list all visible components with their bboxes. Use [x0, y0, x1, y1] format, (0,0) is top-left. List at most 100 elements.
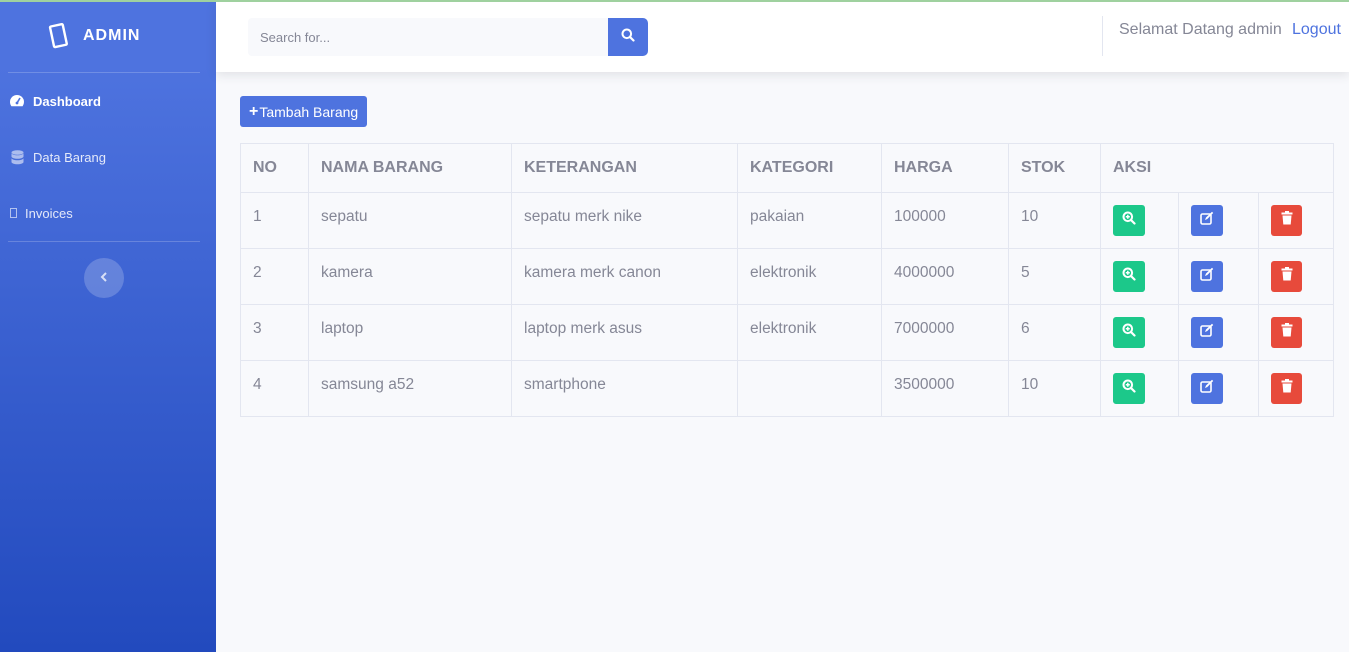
- cell-nama-barang: laptop: [308, 304, 512, 361]
- welcome-text: Selamat Datang admin: [1119, 21, 1282, 38]
- edit-icon: [1200, 211, 1214, 230]
- zoom-in-icon: [1122, 379, 1136, 398]
- cell-action-delete: [1258, 248, 1334, 305]
- tablet-icon: [48, 22, 70, 50]
- detail-button[interactable]: [1113, 261, 1145, 292]
- cell-nama-barang: sepatu: [308, 192, 512, 249]
- top-accent-line: [0, 0, 1349, 2]
- cell-no: 4: [240, 360, 309, 417]
- sidebar: ADMIN Dashboard Data Barang Invoices: [0, 0, 216, 652]
- logout-link[interactable]: Logout: [1292, 21, 1341, 39]
- sidebar-item-label: Data Barang: [33, 149, 106, 165]
- add-item-button[interactable]: + Tambah Barang: [240, 96, 368, 127]
- cell-kategori: pakaian: [737, 192, 882, 249]
- column-header: NAMA BARANG: [308, 143, 512, 193]
- topbar: Selamat Datang admin Logout: [216, 2, 1349, 72]
- edit-button[interactable]: [1191, 317, 1223, 348]
- cell-stok: 10: [1008, 192, 1101, 249]
- cell-kategori: elektronik: [737, 304, 882, 361]
- sidebar-item-label: Invoices: [25, 205, 73, 221]
- search-input[interactable]: [248, 18, 608, 56]
- cell-nama-barang: kamera: [308, 248, 512, 305]
- items-table: NO NAMA BARANG KETERANGAN KATEGORI HARGA…: [240, 143, 1334, 417]
- detail-button[interactable]: [1113, 205, 1145, 236]
- cell-keterangan: sepatu merk nike: [511, 192, 738, 249]
- table-row: 3 laptop laptop merk asus elektronik 7000000…: [240, 304, 1334, 361]
- brand-title: ADMIN: [83, 27, 141, 44]
- zoom-in-icon: [1122, 211, 1136, 230]
- cell-action-delete: [1258, 304, 1334, 361]
- table-row: 2 kamera kamera merk canon elektronik 400000…: [240, 248, 1334, 305]
- add-item-label: Tambah Barang: [259, 103, 359, 120]
- sidebar-item-invoices[interactable]: Invoices: [0, 185, 216, 241]
- table-row: 1 sepatu sepatu merk nike pakaian 100000 10: [240, 192, 1334, 249]
- cell-harga: 4000000: [881, 248, 1009, 305]
- table-row: 4 samsung a52 smartphone 3500000 10: [240, 360, 1334, 417]
- column-header: NO: [240, 143, 309, 193]
- cell-action-detail: [1100, 248, 1179, 305]
- search-icon: [621, 28, 635, 47]
- edit-button[interactable]: [1191, 205, 1223, 236]
- edit-button[interactable]: [1191, 261, 1223, 292]
- delete-button[interactable]: [1271, 205, 1302, 236]
- cell-keterangan: kamera merk canon: [511, 248, 738, 305]
- cell-stok: 10: [1008, 360, 1101, 417]
- search-bar: [248, 18, 648, 56]
- cell-action-detail: [1100, 360, 1179, 417]
- cell-harga: 3500000: [881, 360, 1009, 417]
- cell-action-edit: [1178, 360, 1259, 417]
- sidebar-item-dashboard[interactable]: Dashboard: [0, 73, 216, 129]
- cell-action-detail: [1100, 192, 1179, 249]
- file-icon: [9, 205, 17, 221]
- sidebar-toggle-button[interactable]: [84, 258, 124, 298]
- cell-stok: 5: [1008, 248, 1101, 305]
- cell-keterangan: smartphone: [511, 360, 738, 417]
- cell-no: 3: [240, 304, 309, 361]
- cell-action-delete: [1258, 360, 1334, 417]
- sidebar-item-label: Dashboard: [33, 93, 101, 109]
- tachometer-icon: [9, 93, 25, 109]
- cell-keterangan: laptop merk asus: [511, 304, 738, 361]
- cell-stok: 6: [1008, 304, 1101, 361]
- trash-icon: [1281, 379, 1293, 398]
- sidebar-item-data-barang[interactable]: Data Barang: [0, 129, 216, 185]
- cell-nama-barang: samsung a52: [308, 360, 512, 417]
- sidebar-brand[interactable]: ADMIN: [0, 0, 216, 72]
- cell-kategori: elektronik: [737, 248, 882, 305]
- trash-icon: [1281, 323, 1293, 342]
- zoom-in-icon: [1122, 323, 1136, 342]
- trash-icon: [1281, 211, 1293, 230]
- cell-no: 1: [240, 192, 309, 249]
- edit-icon: [1200, 379, 1214, 398]
- cell-action-edit: [1178, 304, 1259, 361]
- search-button[interactable]: [608, 18, 648, 56]
- edit-button[interactable]: [1191, 373, 1223, 404]
- zoom-in-icon: [1122, 267, 1136, 286]
- cell-kategori: [737, 360, 882, 417]
- table-header-row: NO NAMA BARANG KETERANGAN KATEGORI HARGA…: [240, 143, 1334, 193]
- detail-button[interactable]: [1113, 317, 1145, 348]
- delete-button[interactable]: [1271, 317, 1302, 348]
- cell-action-delete: [1258, 192, 1334, 249]
- trash-icon: [1281, 267, 1293, 286]
- column-header: HARGA: [881, 143, 1009, 193]
- sidebar-divider: [8, 241, 200, 242]
- cell-harga: 100000: [881, 192, 1009, 249]
- cell-action-edit: [1178, 192, 1259, 249]
- edit-icon: [1200, 323, 1214, 342]
- column-header: KATEGORI: [737, 143, 882, 193]
- plus-icon: +: [249, 102, 259, 120]
- delete-button[interactable]: [1271, 373, 1302, 404]
- cell-action-detail: [1100, 304, 1179, 361]
- column-header: AKSI: [1100, 143, 1334, 193]
- database-icon: [9, 149, 25, 165]
- detail-button[interactable]: [1113, 373, 1145, 404]
- column-header: STOK: [1008, 143, 1101, 193]
- edit-icon: [1200, 267, 1214, 286]
- delete-button[interactable]: [1271, 261, 1302, 292]
- cell-action-edit: [1178, 248, 1259, 305]
- cell-harga: 7000000: [881, 304, 1009, 361]
- cell-no: 2: [240, 248, 309, 305]
- column-header: KETERANGAN: [511, 143, 738, 193]
- topbar-divider: [1102, 16, 1103, 56]
